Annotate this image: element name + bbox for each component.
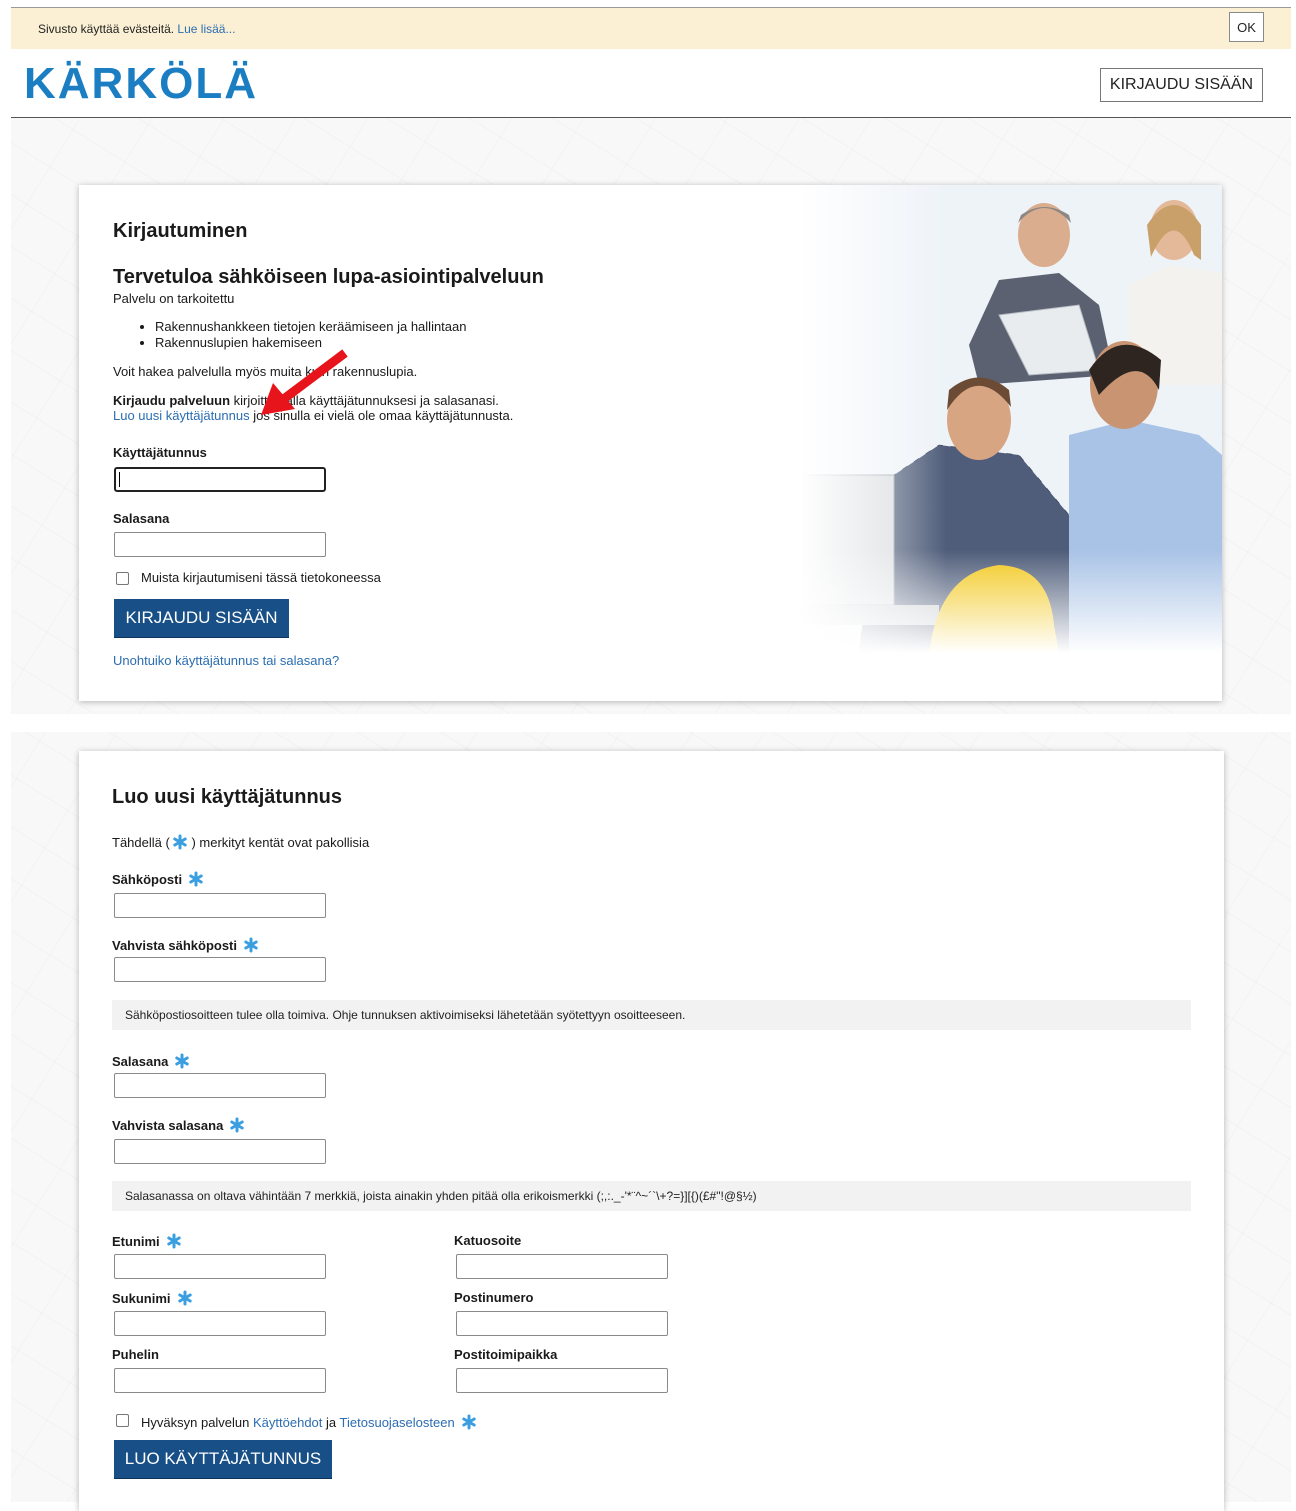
login-instruction-bold: Kirjaudu palveluun [113,393,231,408]
city-input[interactable] [456,1368,668,1393]
lastname-label-text: Sukunimi [112,1291,171,1306]
confirm-email-label-text: Vahvista sähköposti [112,938,237,953]
cookie-message: Sivusto käyttää evästeitä. [38,22,175,36]
email-note: Sähköpostiosoitteen tulee olla toimiva. … [112,1000,1191,1030]
confirm-email-input[interactable] [114,957,326,982]
email-note-text: Sähköpostiosoitteen tulee olla toimiva. … [125,1008,686,1022]
email-input[interactable] [114,893,326,918]
business-people-photo [799,185,1222,653]
firstname-label: Etunimi [112,1233,182,1249]
accept-prefix: Hyväksyn palvelun [141,1415,250,1430]
text-caret [119,472,120,487]
asterisk-icon [177,1290,193,1306]
lastname-input[interactable] [114,1311,326,1336]
confirm-password-input[interactable] [114,1139,326,1164]
postcode-label: Postinumero [454,1290,534,1305]
phone-label: Puhelin [112,1347,159,1362]
accept-and: ja [326,1415,337,1430]
asterisk-icon [243,937,259,953]
email-label-text: Sähköposti [112,872,183,887]
password-note: Salasanassa on oltava vähintään 7 merkki… [112,1181,1191,1211]
remember-checkbox[interactable] [116,572,129,585]
confirm-password-label: Vahvista salasana [112,1117,245,1133]
asterisk-icon [166,1233,182,1249]
street-input[interactable] [456,1254,668,1279]
cookie-read-more-link[interactable]: Lue lisää... [177,22,235,36]
accept-terms-label: Hyväksyn palvelun Käyttöehdot ja Tietosu… [141,1414,477,1430]
cookie-text: Sivusto käyttää evästeitä. Lue lisää... [38,22,235,36]
login-title: Kirjautuminen [113,220,248,242]
asterisk-icon [172,834,188,850]
terms-link[interactable]: Käyttöehdot [253,1415,322,1430]
karkola-logo[interactable]: KÄRKÖLÄ [24,59,258,109]
lastname-label: Sukunimi [112,1290,193,1306]
cookie-ok-button[interactable]: OK [1229,12,1264,42]
username-label: Käyttäjätunnus [113,445,207,460]
confirm-email-label: Vahvista sähköposti [112,937,259,953]
email-label: Sähköposti [112,871,204,887]
forgot-credentials-link[interactable]: Unohtuiko käyttäjätunnus tai salasana? [113,653,339,668]
password-label: Salasana [113,511,170,526]
remember-label: Muista kirjautumiseni tässä tietokoneess… [141,570,381,585]
create-account-link[interactable]: Luo uusi käyttäjätunnus [113,408,250,423]
username-input[interactable] [114,467,326,492]
privacy-link[interactable]: Tietosuojaselosteen [340,1415,455,1430]
service-intro: Palvelu on tarkoitettu [113,291,235,306]
required-note-prefix: Tähdellä ( [112,835,170,850]
password-input[interactable] [114,532,326,557]
register-card: Luo uusi käyttäjätunnus Tähdellä ( ) mer… [79,751,1224,1511]
password-note-text: Salasanassa on oltava vähintään 7 merkki… [125,1189,757,1203]
login-card: Kirjautuminen Tervetuloa sähköiseen lupa… [79,185,1222,701]
asterisk-icon [188,871,204,887]
required-fields-note: Tähdellä ( ) merkityt kentät ovat pakoll… [112,834,369,850]
red-arrow-icon [261,349,348,415]
postcode-input[interactable] [456,1311,668,1336]
confirm-password-label-text: Vahvista salasana [112,1118,224,1133]
register-password-label: Salasana [112,1053,190,1069]
create-account-button[interactable]: LUO KÄYTTÄJÄTUNNUS [114,1440,332,1478]
firstname-label-text: Etunimi [112,1234,160,1249]
purpose-item: Rakennushankkeen tietojen keräämiseen ja… [155,319,467,335]
register-title: Luo uusi käyttäjätunnus [112,786,343,808]
register-password-label-text: Salasana [112,1054,169,1069]
header-login-button[interactable]: KIRJAUDU SISÄÄN [1100,68,1263,102]
site-header: KÄRKÖLÄ KIRJAUDU SISÄÄN [11,49,1291,118]
firstname-input[interactable] [114,1254,326,1279]
street-label: Katuosoite [454,1233,522,1248]
register-password-input[interactable] [114,1073,326,1098]
phone-input[interactable] [114,1368,326,1393]
asterisk-icon [229,1117,245,1133]
login-submit-button[interactable]: KIRJAUDU SISÄÄN [114,599,289,637]
welcome-heading: Tervetuloa sähköiseen lupa-asiointipalve… [113,266,544,288]
asterisk-icon [174,1053,190,1069]
cookie-bar: Sivusto käyttää evästeitä. Lue lisää... … [11,7,1291,50]
required-note-suffix: ) merkityt kentät ovat pakollisia [191,835,370,850]
asterisk-icon [461,1414,477,1430]
city-label: Postitoimipaikka [454,1347,558,1362]
accept-terms-checkbox[interactable] [116,1414,129,1427]
